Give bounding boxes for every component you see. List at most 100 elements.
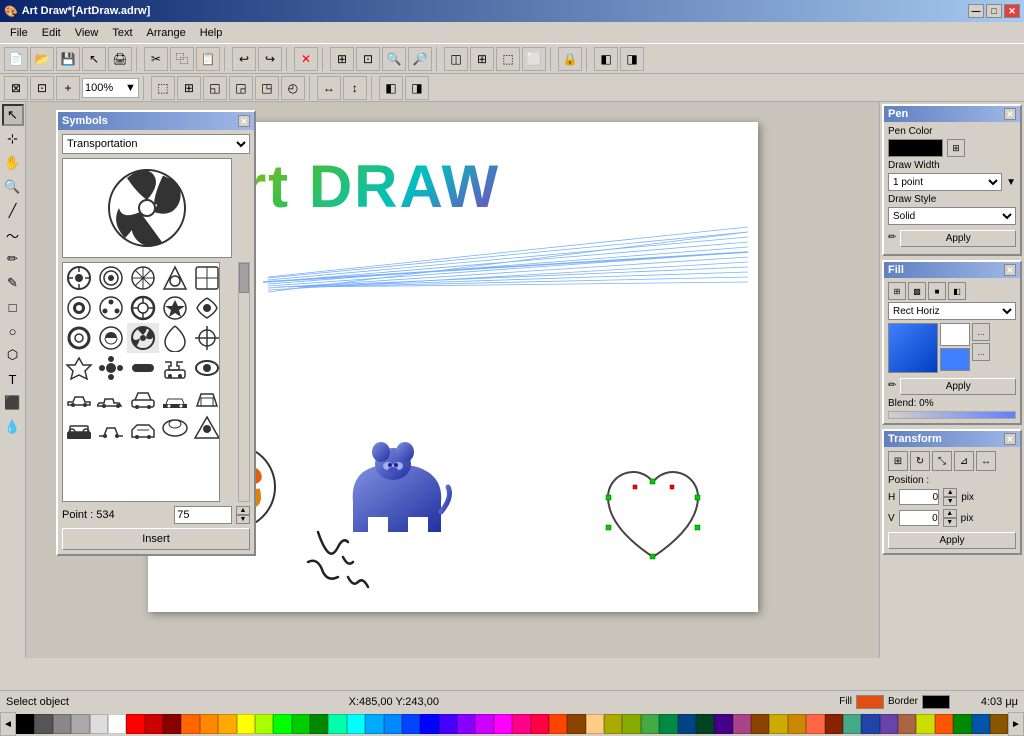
new-button[interactable]: 📄 — [4, 47, 28, 71]
v-up-btn[interactable]: ▲ — [943, 509, 957, 518]
symbols-scrollbar[interactable] — [238, 262, 250, 502]
node-tool[interactable]: ⊹ — [2, 128, 24, 150]
transform-rotate-btn[interactable]: ↻ — [910, 451, 930, 471]
palette-color[interactable] — [972, 714, 990, 734]
fill-type-select[interactable]: Rect Horiz Rect Vert Radial — [888, 302, 1016, 320]
zoom-fit-button[interactable]: ⊠ — [4, 76, 28, 100]
palette-color[interactable] — [237, 714, 255, 734]
zoom-100-button[interactable]: ⊡ — [30, 76, 54, 100]
draw-style-select[interactable]: Solid Dashed Dotted — [888, 207, 1016, 225]
transform-scale-btn[interactable]: ⤡ — [932, 451, 952, 471]
fwd-button[interactable]: ◳ — [255, 76, 279, 100]
sym-item[interactable] — [63, 413, 95, 443]
status-fill-swatch[interactable] — [856, 695, 884, 709]
lock-button[interactable]: 🔒 — [558, 47, 582, 71]
sym-item[interactable] — [95, 323, 127, 353]
polygon-tool[interactable]: ⬡ — [2, 344, 24, 366]
palette-color[interactable] — [659, 714, 677, 734]
menu-file[interactable]: File — [4, 25, 34, 41]
pen-color-grid-btn[interactable]: ⊞ — [947, 139, 965, 157]
select-all-button[interactable]: ⬚ — [151, 76, 175, 100]
palette-color[interactable] — [53, 714, 71, 734]
pen-tool[interactable]: ✏ — [2, 248, 24, 270]
redo-button[interactable]: ↪ — [258, 47, 282, 71]
palette-left-btn[interactable]: ◄ — [0, 712, 16, 736]
pen-apply-button[interactable]: Apply — [900, 230, 1016, 247]
palette-color[interactable] — [622, 714, 640, 734]
transform-skew-btn[interactable]: ⊿ — [954, 451, 974, 471]
fill-color-2[interactable] — [940, 348, 970, 371]
v-input[interactable]: 0 — [899, 510, 939, 526]
ungroup-button[interactable]: ⬜ — [522, 47, 546, 71]
palette-color[interactable] — [769, 714, 787, 734]
close-button[interactable]: ✕ — [1004, 4, 1020, 18]
palette-color[interactable] — [678, 714, 696, 734]
palette-color[interactable] — [825, 714, 843, 734]
sym-item[interactable] — [127, 353, 159, 383]
sym-item[interactable] — [63, 323, 95, 353]
fill-grid-btn[interactable]: ⊞ — [888, 282, 906, 300]
canvas-heart[interactable] — [598, 457, 708, 572]
transform-panel-close[interactable]: ✕ — [1004, 433, 1016, 445]
pointer-button[interactable]: ↖ — [82, 47, 106, 71]
line-tool[interactable]: ╱ — [2, 200, 24, 222]
sym-item[interactable] — [191, 413, 220, 443]
menu-arrange[interactable]: Arrange — [141, 25, 192, 41]
grid-button[interactable]: ⊞ — [330, 47, 354, 71]
flip-v-button[interactable]: ↕ — [343, 76, 367, 100]
palette-color[interactable] — [843, 714, 861, 734]
sym-item[interactable] — [191, 323, 220, 353]
palette-color[interactable] — [384, 714, 402, 734]
palette-color[interactable] — [439, 714, 457, 734]
palette-color[interactable] — [310, 714, 328, 734]
symbols-category-select[interactable]: Transportation Animals Nature — [62, 134, 250, 154]
sym-item[interactable] — [159, 383, 191, 413]
extra2-button[interactable]: ◨ — [620, 47, 644, 71]
size-down-button[interactable]: ▼ — [236, 515, 250, 524]
h-input[interactable]: 0 — [899, 489, 939, 505]
fill-main-color[interactable] — [888, 323, 938, 373]
palette-color[interactable] — [494, 714, 512, 734]
sym-item[interactable] — [127, 383, 159, 413]
fill-grad-btn[interactable]: ◧ — [948, 282, 966, 300]
fill-apply-button[interactable]: Apply — [900, 378, 1016, 395]
palette-color[interactable] — [108, 714, 126, 734]
minimize-button[interactable]: — — [968, 4, 984, 18]
palette-color[interactable] — [273, 714, 291, 734]
palette-color[interactable] — [641, 714, 659, 734]
palette-color[interactable] — [512, 714, 530, 734]
pan-tool[interactable]: ✋ — [2, 152, 24, 174]
palette-color[interactable] — [328, 714, 346, 734]
snap-button[interactable]: ⊡ — [356, 47, 380, 71]
palette-color[interactable] — [218, 714, 236, 734]
palette-color[interactable] — [475, 714, 493, 734]
palette-color[interactable] — [751, 714, 769, 734]
fill-color-1[interactable] — [940, 323, 970, 346]
palette-right-btn[interactable]: ► — [1008, 712, 1024, 736]
palette-color[interactable] — [71, 714, 89, 734]
palette-color[interactable] — [402, 714, 420, 734]
palette-color[interactable] — [200, 714, 218, 734]
pen-color-swatch[interactable] — [888, 139, 943, 157]
sym-item[interactable] — [191, 263, 220, 293]
front-button[interactable]: ◱ — [203, 76, 227, 100]
sym-item[interactable] — [191, 383, 220, 413]
sym-item[interactable] — [63, 263, 95, 293]
zoom-box[interactable]: 100% ▼ — [82, 78, 139, 98]
transform-move-btn[interactable]: ⊞ — [888, 451, 908, 471]
pen-panel-close[interactable]: ✕ — [1004, 108, 1016, 120]
palette-color[interactable] — [586, 714, 604, 734]
group-button[interactable]: ⬚ — [496, 47, 520, 71]
status-border-swatch[interactable] — [922, 695, 950, 709]
palette-color[interactable] — [549, 714, 567, 734]
rect-tool[interactable]: □ — [2, 296, 24, 318]
palette-color[interactable] — [365, 714, 383, 734]
palette-color[interactable] — [420, 714, 438, 734]
save-button[interactable]: 💾 — [56, 47, 80, 71]
fill-panel-close[interactable]: ✕ — [1004, 264, 1016, 276]
palette-color[interactable] — [90, 714, 108, 734]
sym-item[interactable] — [191, 353, 220, 383]
menu-text[interactable]: Text — [106, 25, 138, 41]
h-down-btn[interactable]: ▼ — [943, 497, 957, 506]
fill-more-2[interactable]: … — [972, 343, 990, 361]
